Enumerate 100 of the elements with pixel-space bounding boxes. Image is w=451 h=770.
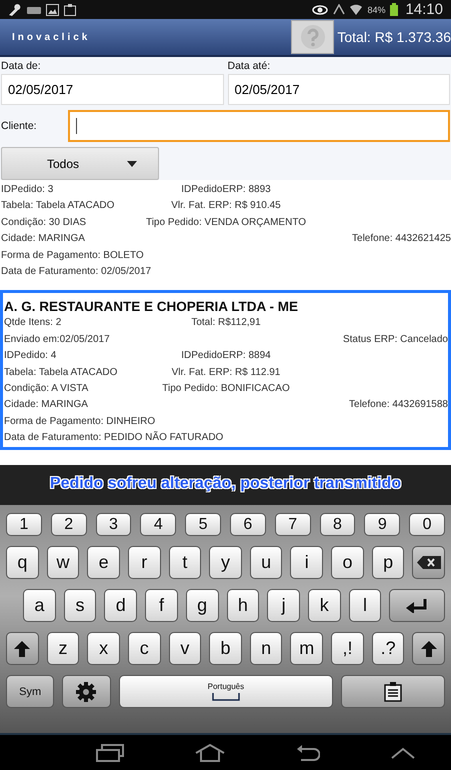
keyboard-key[interactable]: u xyxy=(250,546,282,579)
keyboard-key[interactable]: m xyxy=(290,632,324,665)
keyboard-key[interactable]: 8 xyxy=(320,513,356,536)
eye-icon xyxy=(312,4,328,15)
order-detail: Data de Faturamento: 02/05/2017 xyxy=(1,265,152,280)
shift-key[interactable] xyxy=(6,632,39,665)
shift-key[interactable] xyxy=(412,632,446,665)
keyboard-key[interactable]: b xyxy=(209,632,242,665)
order-detail: Vlr. Fat. ERP: R$ 910.45 xyxy=(171,199,281,214)
keyboard-key[interactable]: 0 xyxy=(409,513,445,536)
keyboard-key[interactable]: g xyxy=(186,589,219,622)
enter-icon xyxy=(406,598,428,612)
clock: 14:10 xyxy=(405,1,443,18)
shift-icon xyxy=(420,640,437,656)
keyboard-key[interactable]: j xyxy=(267,589,300,622)
order-detail: Data de Faturamento: PEDIDO NÃO FATURADO xyxy=(4,430,224,446)
keyboard-key[interactable]: n xyxy=(250,632,282,665)
keyboard-key[interactable]: o xyxy=(331,546,364,579)
order-detail: Cidade: MARINGA xyxy=(1,232,86,246)
keyboard-key[interactable]: d xyxy=(104,589,138,622)
field-label: Data de: xyxy=(1,59,42,74)
order-detail: IDPedido: 3 xyxy=(1,183,54,197)
keyboard-key[interactable]: 3 xyxy=(96,513,132,536)
recent-apps-icon[interactable] xyxy=(96,744,124,762)
date-field[interactable]: 02/05/2017 xyxy=(1,74,224,105)
keyboard-key[interactable]: a xyxy=(23,589,56,622)
order-detail: Forma de Pagamento: BOLETO xyxy=(1,248,145,263)
input-field[interactable] xyxy=(68,110,450,142)
keyboard-key[interactable]: w xyxy=(46,546,80,579)
order-detail: Tabela: Tabela ATACADO xyxy=(4,366,118,380)
enter-key[interactable] xyxy=(389,589,446,622)
chevron-up-icon[interactable] xyxy=(391,746,416,758)
order-detail: Forma de Pagamento: DINHEIRO xyxy=(4,414,156,429)
caret-icon xyxy=(127,160,138,166)
symbols-key[interactable]: Sym xyxy=(6,675,54,708)
order-detail: Telefone: 4432691588 xyxy=(349,398,448,412)
space-key[interactable]: Português xyxy=(118,675,334,708)
order-detail: Enviado em:02/05/2017 xyxy=(4,332,111,347)
keyboard-key[interactable]: 1 xyxy=(6,513,42,536)
order-detail: IDPedidoERP: 8894 xyxy=(181,349,271,364)
field-label: Cliente: xyxy=(1,118,38,134)
date-field[interactable]: 02/05/2017 xyxy=(228,74,450,105)
keyboard-key[interactable]: 6 xyxy=(230,513,266,536)
order-detail: Vlr. Fat. ERP: R$ 112.91 xyxy=(172,366,280,380)
keyboard-key[interactable]: x xyxy=(87,632,120,665)
order-detail: IDPedidoERP: 8893 xyxy=(181,183,271,197)
keyboard-key[interactable]: h xyxy=(226,589,260,622)
keyboard-key[interactable]: q xyxy=(6,546,39,579)
home-icon[interactable] xyxy=(194,744,225,762)
keyboard-key[interactable]: 5 xyxy=(185,513,221,536)
back-icon[interactable] xyxy=(296,744,320,760)
battery-icon xyxy=(390,3,398,16)
keyboard-key[interactable]: e xyxy=(87,546,120,579)
keyboard-key[interactable]: i xyxy=(290,546,324,579)
keyboard-key[interactable]: .? xyxy=(372,632,404,665)
keyboard-key[interactable]: 4 xyxy=(140,513,176,536)
order-detail: Tipo Pedido: VENDA ORÇAMENTO xyxy=(146,216,306,230)
order-detail: IDPedido: 4 xyxy=(4,349,58,364)
order-detail: Telefone: 4432621425 xyxy=(352,232,451,246)
order-card[interactable] xyxy=(0,290,451,450)
keyboard-key[interactable]: c xyxy=(128,632,161,665)
keyboard-key[interactable]: l xyxy=(348,589,382,622)
toast-message: Pedido sofreu alteração, posterior transmitido xyxy=(50,475,402,493)
image-icon xyxy=(46,4,59,16)
backspace-key[interactable] xyxy=(412,546,446,579)
order-detail: Qtde Itens: 2 xyxy=(4,316,62,330)
keyboard-key[interactable]: 2 xyxy=(50,513,87,536)
question-icon xyxy=(300,25,325,49)
order-detail: Tabela: Tabela ATACADO xyxy=(1,199,116,214)
wifi-icon xyxy=(350,4,362,15)
keyboard-key[interactable]: 9 xyxy=(364,513,400,536)
order-detail: Status ERP: Cancelado xyxy=(342,332,448,347)
keyboard-key[interactable]: k xyxy=(308,589,341,622)
keyboard-key[interactable]: 7 xyxy=(274,513,311,536)
gear-icon xyxy=(76,682,96,702)
settings-key[interactable] xyxy=(62,675,110,708)
order-detail: Tipo Pedido: BONIFICACAO xyxy=(162,382,290,396)
shift-icon xyxy=(14,640,30,656)
keyboard-key[interactable]: f xyxy=(145,589,178,622)
order-detail: Condição: 30 DIAS xyxy=(1,216,88,230)
keyboard-key[interactable]: v xyxy=(168,632,202,665)
backspace-icon xyxy=(416,556,441,569)
keyboard-key[interactable]: ,! xyxy=(331,632,364,665)
keyboard-key[interactable]: z xyxy=(46,632,80,665)
clipboard-icon xyxy=(384,682,402,702)
clipboard-key[interactable] xyxy=(341,675,445,708)
battery-percent: 84% xyxy=(367,4,386,14)
keyboard-key[interactable]: s xyxy=(64,589,96,622)
keyboard-key[interactable]: y xyxy=(209,546,242,579)
order-detail: Cidade: MARINGA xyxy=(4,398,89,412)
clipboard-icon xyxy=(64,4,76,16)
keyboard-key[interactable]: r xyxy=(128,546,161,579)
wrench-icon xyxy=(8,4,22,16)
field-label: Data até: xyxy=(228,59,272,74)
space-icon xyxy=(212,693,240,701)
keyboard-key[interactable]: t xyxy=(168,546,202,579)
keyboard-key[interactable]: p xyxy=(372,546,404,579)
status-dropdown[interactable]: Todos xyxy=(1,147,159,180)
total-amount: Total: R$ 1.373.36 xyxy=(336,29,451,45)
app-title: Inovaclick xyxy=(11,32,92,42)
